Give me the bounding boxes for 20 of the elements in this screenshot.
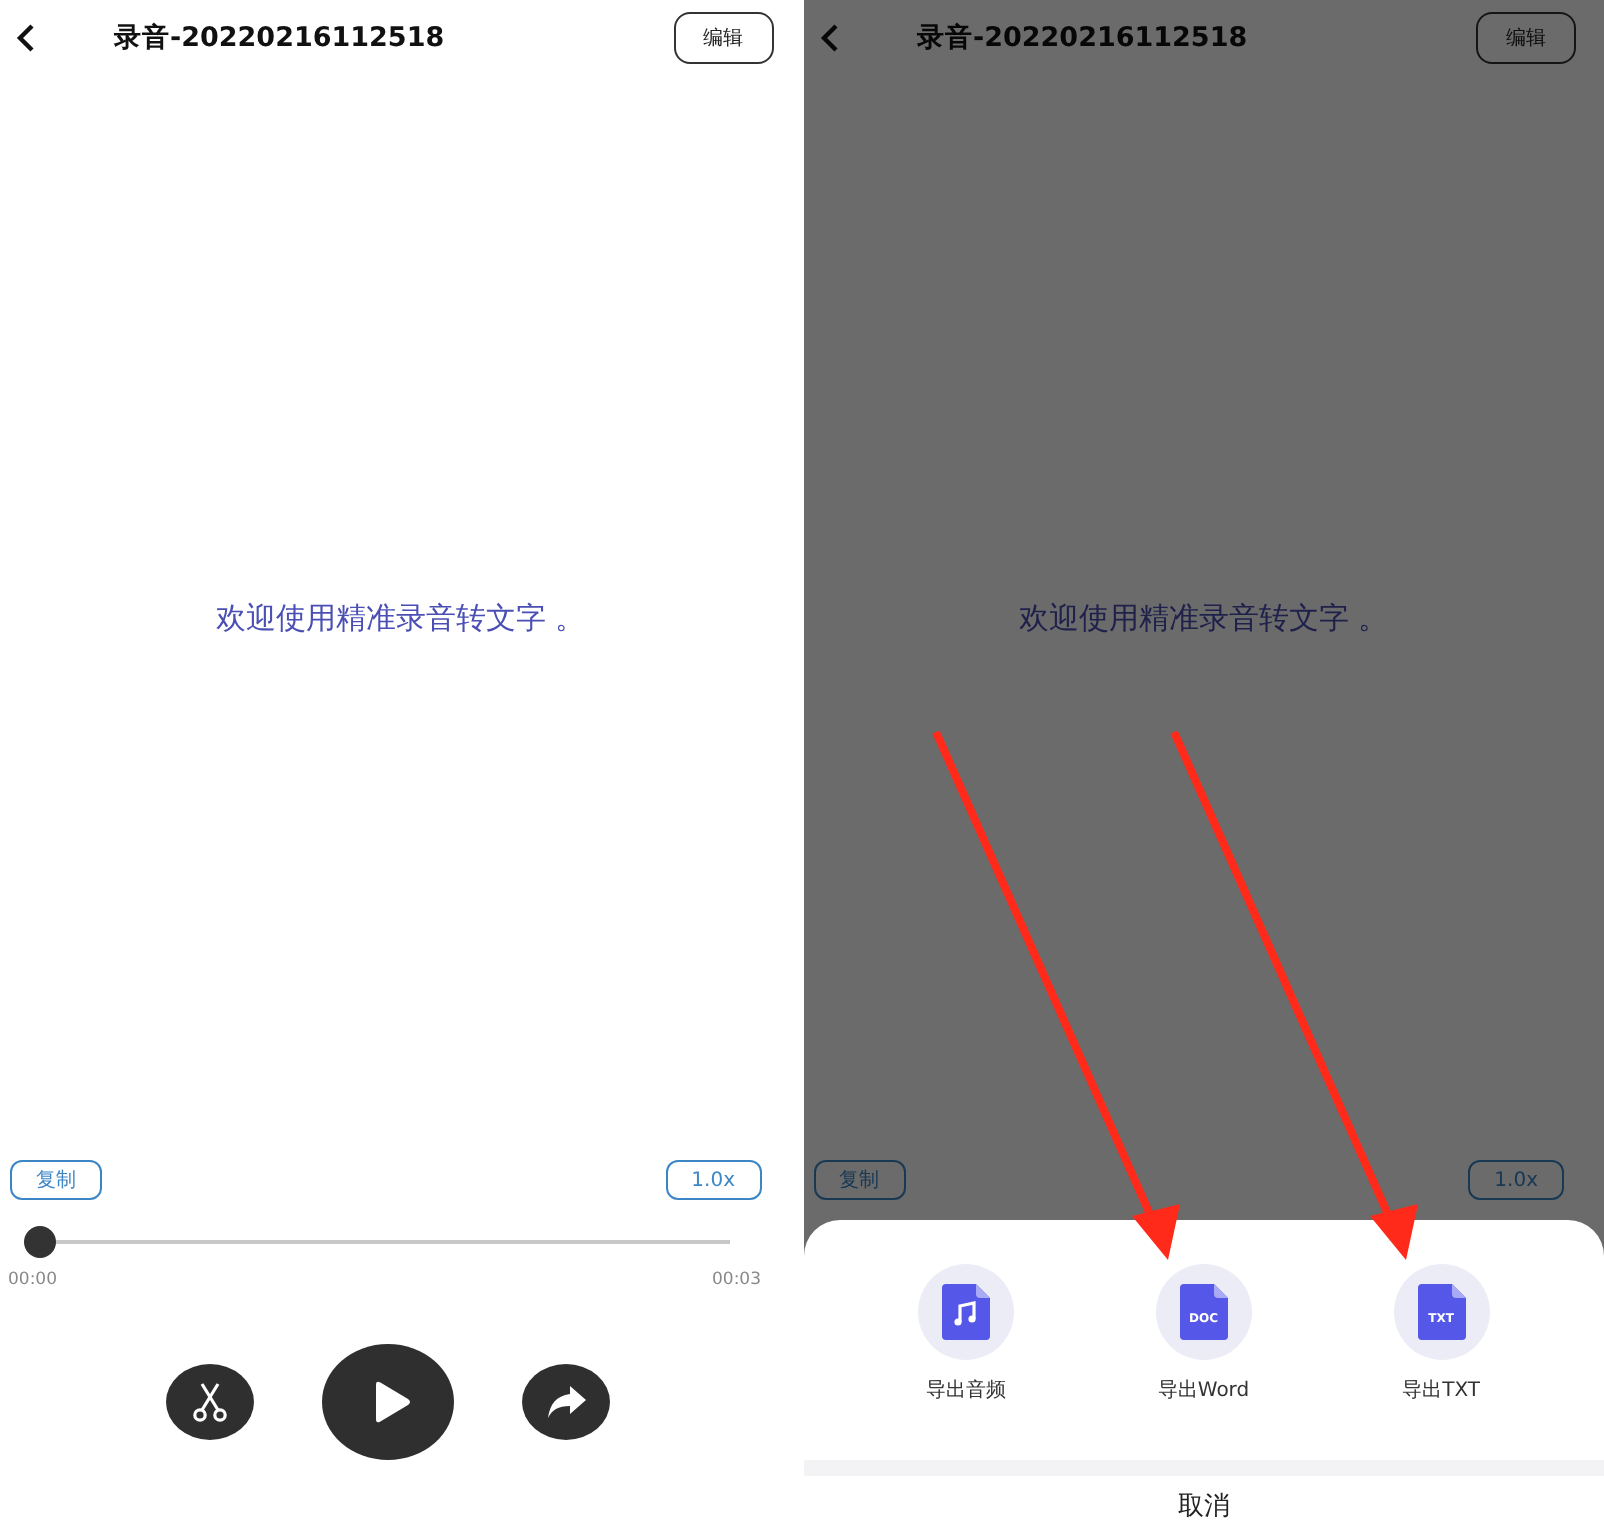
transcript-text: 欢迎使用精准录音转文字 。: [215, 599, 586, 637]
cancel-button[interactable]: 取消: [1177, 1488, 1230, 1524]
cut-button[interactable]: [166, 1364, 255, 1440]
total-time: 00:03: [712, 1270, 761, 1294]
play-icon: [376, 1381, 411, 1423]
edit-button[interactable]: 编辑: [1476, 12, 1576, 64]
back-icon[interactable]: [16, 24, 36, 52]
scissors-icon: [193, 1382, 228, 1422]
recording-title: 录音-20220216112518: [917, 20, 1250, 56]
share-button[interactable]: [522, 1364, 611, 1440]
export-option[interactable]: 导出音频: [847, 1264, 1085, 1440]
copy-button[interactable]: 复制: [10, 1160, 102, 1200]
edit-button[interactable]: 编辑: [673, 12, 773, 64]
slider-thumb[interactable]: [24, 1226, 56, 1258]
speed-button[interactable]: 1.0x: [665, 1160, 761, 1200]
recording-title: 录音-20220216112518: [114, 20, 447, 56]
transcript-text: 欢迎使用精准录音转文字 。: [1018, 599, 1389, 637]
share-icon: [547, 1386, 586, 1418]
music-file-icon: [941, 1284, 990, 1340]
elapsed-time: 00:00: [8, 1270, 57, 1294]
